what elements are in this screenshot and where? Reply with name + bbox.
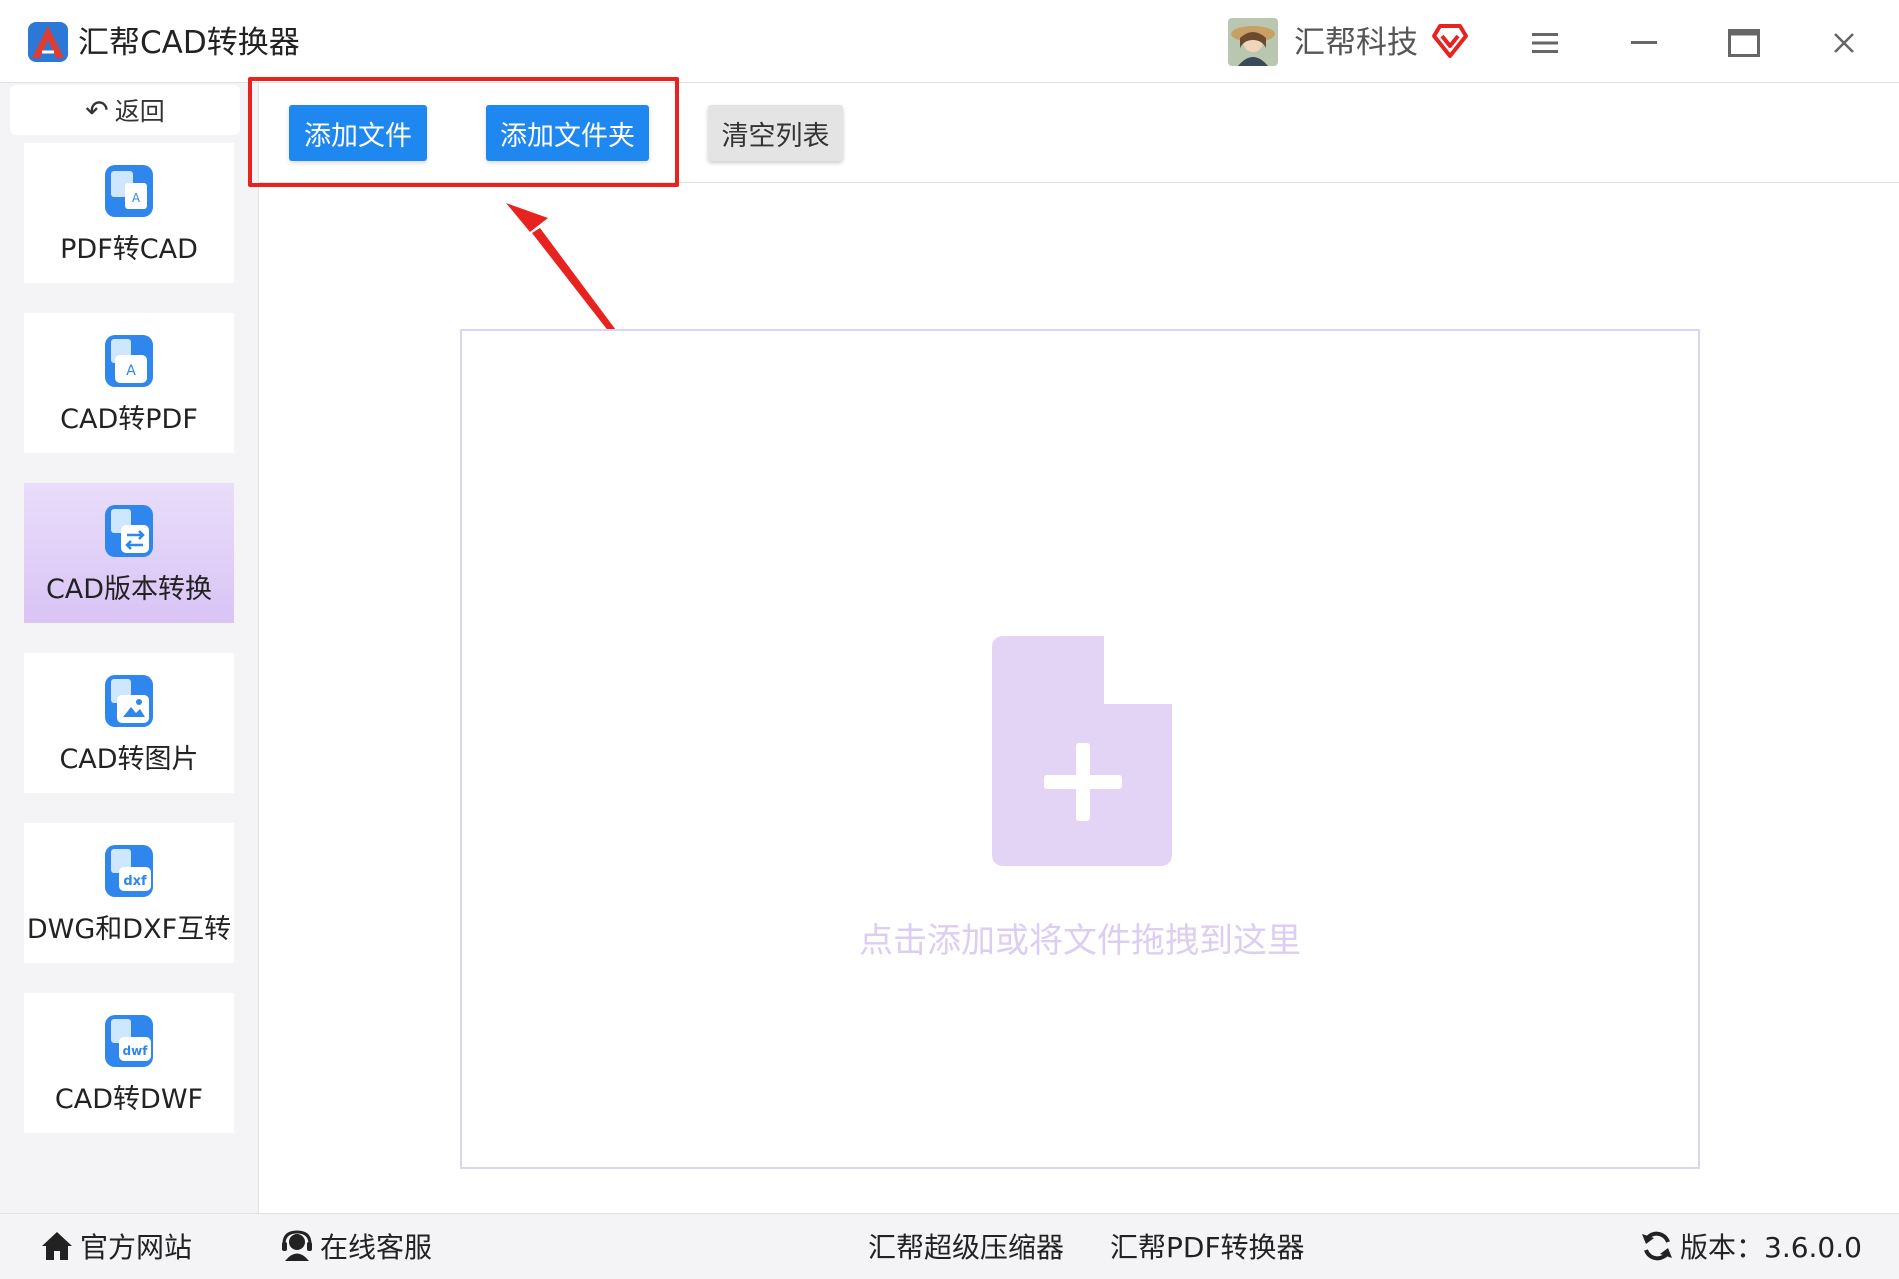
menu-button[interactable] [1520,18,1570,68]
pdf-to-cad-icon: A [105,165,153,217]
dropzone-hint: 点击添加或将文件拖拽到这里 [859,921,1301,961]
svg-text:A: A [126,363,136,379]
dwg-dxf-icon: dxf [105,845,153,897]
user-avatar[interactable] [1228,18,1278,66]
vip-heart-icon[interactable] [1430,20,1470,60]
minimize-icon [1631,41,1657,44]
close-button[interactable] [1819,18,1869,68]
cad-to-dwf-icon: dwf [105,1015,153,1067]
online-service-label: 在线客服 [320,1231,433,1264]
clear-list-button[interactable]: 清空列表 [708,105,843,161]
headset-icon [282,1230,312,1261]
refresh-icon [1642,1231,1672,1261]
add-file-button[interactable]: 添加文件 [289,105,427,161]
back-button[interactable]: ↶ 返回 [10,85,240,135]
file-dropzone[interactable]: 点击添加或将文件拖拽到这里 [460,329,1700,1169]
cad-version-icon [105,505,153,557]
user-name[interactable]: 汇帮科技 [1294,22,1418,64]
sidebar-item-dwg-dxf[interactable]: dxf DWG和DXF互转 [24,823,234,963]
maximize-button[interactable] [1719,18,1769,68]
file-add-icon [992,636,1172,866]
sidebar: ↶ 返回 A PDF转CAD A CAD转PDF CAD版本转换 CAD转图片 … [0,83,259,1213]
footer: 官方网站 在线客服 汇帮超级压缩器 汇帮PDF转换器 版本：3.6.0.0 [0,1213,1899,1279]
version-check[interactable]: 版本：3.6.0.0 [1640,1226,1862,1266]
sidebar-item-cad-version[interactable]: CAD版本转换 [24,483,234,623]
online-service-link[interactable]: 在线客服 [280,1226,432,1266]
version-label: 版本：3.6.0.0 [1680,1231,1862,1264]
cad-to-image-icon [105,675,153,727]
title-bar: 汇帮CAD转换器 汇帮科技 [0,0,1899,83]
official-site-label: 官方网站 [80,1231,193,1264]
pdf-converter-link[interactable]: 汇帮PDF转换器 [1110,1226,1305,1266]
compressor-link[interactable]: 汇帮超级压缩器 [868,1226,1064,1266]
app-logo-icon [28,22,68,62]
svg-text:A: A [132,191,141,205]
nav-label: DWG和DXF互转 [26,914,232,945]
sidebar-item-pdf-to-cad[interactable]: A PDF转CAD [24,143,234,283]
back-arrow-icon: ↶ [85,93,109,127]
nav-label: CAD转DWF [54,1084,204,1115]
maximize-icon [1728,29,1760,57]
sidebar-item-cad-to-image[interactable]: CAD转图片 [24,653,234,793]
cad-to-pdf-icon: A [105,335,153,387]
minimize-button[interactable] [1619,18,1669,68]
close-icon [1834,33,1854,53]
home-icon [42,1232,72,1260]
svg-text:dxf: dxf [123,874,147,889]
nav-label: PDF转CAD [60,234,198,265]
add-folder-button[interactable]: 添加文件夹 [486,105,649,161]
official-site-link[interactable]: 官方网站 [40,1226,192,1266]
nav-label: CAD版本转换 [45,574,213,605]
hamburger-menu-icon [1532,33,1558,53]
back-label: 返回 [114,97,165,126]
app-window: 汇帮CAD转换器 汇帮科技 ↶ 返回 A PDF转CAD A CAD转PDF C… [0,0,1899,1279]
sidebar-item-cad-to-dwf[interactable]: dwf CAD转DWF [24,993,234,1133]
app-title: 汇帮CAD转换器 [78,25,300,61]
nav-label: CAD转PDF [60,404,198,435]
svg-text:dwf: dwf [123,1044,149,1058]
nav-label: CAD转图片 [59,744,199,775]
toolbar: 添加文件 添加文件夹 清空列表 [259,83,1899,183]
sidebar-item-cad-to-pdf[interactable]: A CAD转PDF [24,313,234,453]
